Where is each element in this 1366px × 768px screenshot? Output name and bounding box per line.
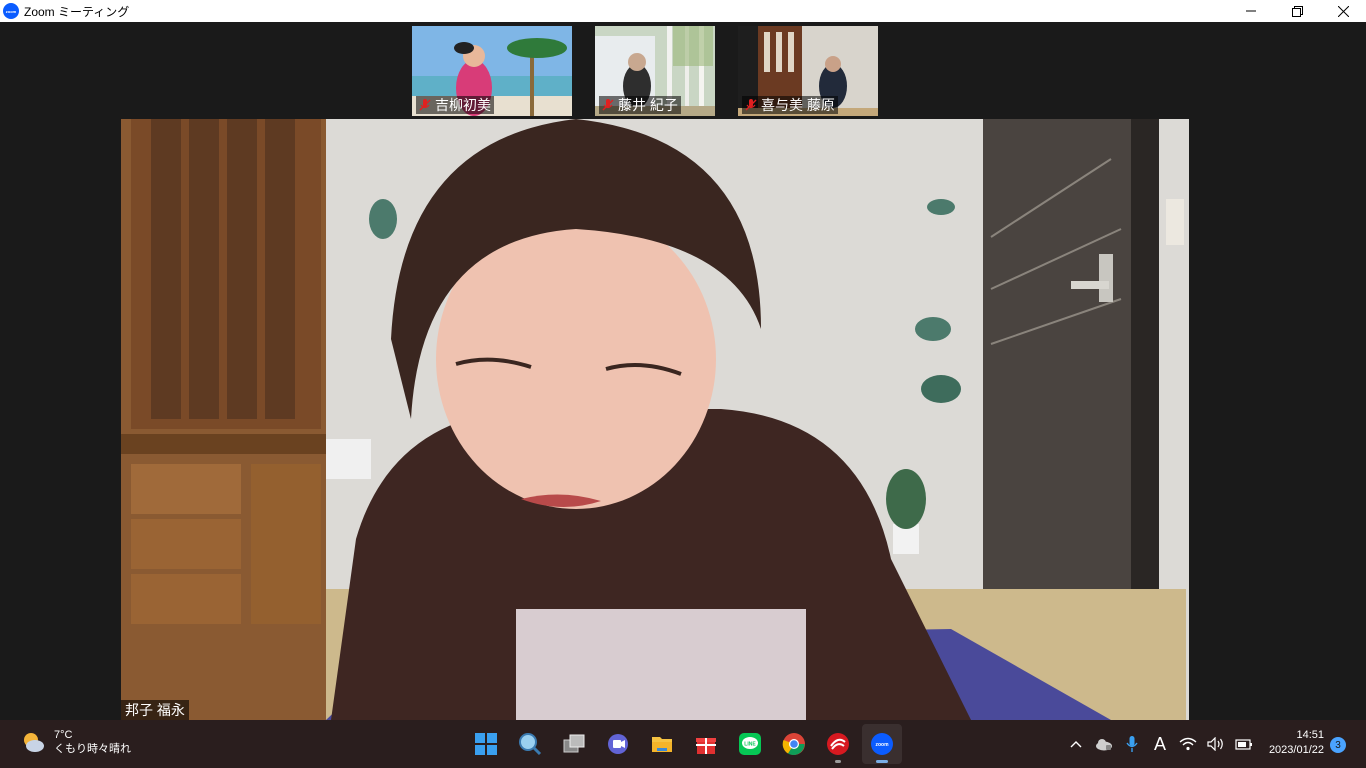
restore-icon xyxy=(1291,5,1303,17)
teams-chat-icon xyxy=(608,734,628,754)
participant-name: 喜与美 藤原 xyxy=(761,97,835,113)
start-button[interactable] xyxy=(466,724,506,764)
participant-name-tag: 藤井 紀子 xyxy=(599,96,681,114)
participant-tile[interactable]: 藤井 紀子 xyxy=(595,26,715,116)
participant-name: 藤井 紀子 xyxy=(618,97,678,113)
restore-button[interactable] xyxy=(1274,0,1320,22)
line-app-button[interactable]: LINE xyxy=(730,724,770,764)
search-button[interactable] xyxy=(510,724,550,764)
ime-indicator[interactable]: A xyxy=(1148,732,1172,756)
chrome-icon xyxy=(782,733,805,755)
show-hidden-icons-button[interactable] xyxy=(1064,732,1088,756)
speaker-icon xyxy=(1207,737,1223,751)
volume-button[interactable] xyxy=(1204,732,1228,756)
weather-description: くもり時々晴れ xyxy=(54,743,131,755)
active-speaker-video[interactable]: 邦子 福永 xyxy=(121,119,1189,720)
zoom-app-button[interactable]: zoom xyxy=(862,724,902,764)
teams-chat-button[interactable] xyxy=(598,724,638,764)
system-tray: A xyxy=(1064,732,1260,756)
windows-start-icon xyxy=(475,733,497,755)
title-bar: zoom Zoom ミーティング xyxy=(0,0,1366,22)
clock-time: 14:51 xyxy=(1296,729,1324,741)
participant-tile[interactable]: 吉柳初美 xyxy=(412,26,572,116)
minimize-icon xyxy=(1246,10,1256,12)
onedrive-button[interactable] xyxy=(1092,732,1116,756)
chevron-up-icon xyxy=(1070,741,1082,748)
search-icon xyxy=(519,733,542,756)
participant-name-tag: 喜与美 藤原 xyxy=(742,96,838,114)
file-explorer-icon xyxy=(652,737,672,752)
svg-text:LINE: LINE xyxy=(744,742,756,748)
battery-button[interactable] xyxy=(1232,732,1256,756)
window-title: Zoom ミーティング xyxy=(24,4,130,19)
close-icon xyxy=(1337,5,1349,17)
svg-text:zoom: zoom xyxy=(875,742,889,748)
line-icon: LINE xyxy=(739,733,761,755)
task-view-button[interactable] xyxy=(554,724,594,764)
notification-badge[interactable]: 3 xyxy=(1330,737,1346,753)
weather-widget[interactable]: 7°C くもり時々晴れ xyxy=(20,728,131,756)
cloud-icon xyxy=(1096,739,1112,751)
taskbar: 7°C くもり時々晴れ LINE zoom A 14:51 2023/01/22… xyxy=(0,720,1366,768)
microphone-button[interactable] xyxy=(1120,732,1144,756)
taskbar-clock[interactable]: 14:51 2023/01/22 xyxy=(1256,728,1324,758)
clock-date: 2023/01/22 xyxy=(1268,744,1324,756)
zoom-app-icon: zoom xyxy=(3,3,19,19)
microphone-icon xyxy=(1126,736,1138,752)
mic-muted-icon xyxy=(745,99,757,111)
partly-cloudy-icon xyxy=(24,733,44,752)
gift-app-button[interactable] xyxy=(686,724,726,764)
taskbar-apps: LINE zoom xyxy=(466,724,906,764)
active-app-indicator xyxy=(876,760,888,763)
active-speaker-name: 邦子 福永 xyxy=(125,702,185,718)
chrome-app-button[interactable] xyxy=(774,724,814,764)
gift-icon xyxy=(696,738,716,754)
minimize-button[interactable] xyxy=(1228,0,1274,22)
participant-name-tag: 吉柳初美 xyxy=(416,96,494,114)
active-speaker-name-tag: 邦子 福永 xyxy=(121,700,189,720)
trend-micro-icon xyxy=(827,733,849,755)
participant-name: 吉柳初美 xyxy=(435,97,491,113)
file-explorer-button[interactable] xyxy=(642,724,682,764)
zoom-icon: zoom xyxy=(871,733,893,755)
close-button[interactable] xyxy=(1320,0,1366,22)
mic-muted-icon xyxy=(419,99,431,111)
trend-micro-button[interactable] xyxy=(818,724,858,764)
meeting-stage: 吉柳初美 藤井 紀子 喜与美 藤原 邦子 福永 xyxy=(0,22,1366,720)
speaker-video-feed xyxy=(121,119,1189,720)
participant-strip: 吉柳初美 藤井 紀子 喜与美 藤原 xyxy=(412,26,881,116)
weather-temperature: 7°C xyxy=(54,729,73,741)
wifi-icon xyxy=(1179,737,1197,751)
window-controls xyxy=(1228,0,1366,22)
battery-charging-icon xyxy=(1235,739,1252,750)
participant-tile[interactable]: 喜与美 藤原 xyxy=(738,26,878,116)
network-button[interactable] xyxy=(1176,732,1200,756)
task-view-icon xyxy=(563,734,585,753)
mic-muted-icon xyxy=(602,99,614,111)
running-indicator xyxy=(835,760,841,763)
